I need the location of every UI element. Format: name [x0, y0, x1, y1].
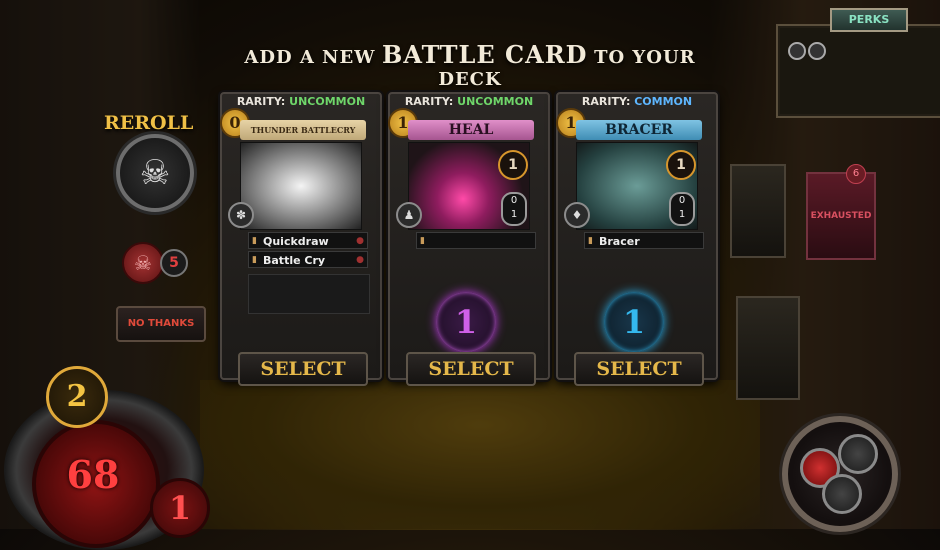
card-option-heal[interactable]: RARITY: UNCOMMON 1 HEAL 1 01 ♟ 1 SELECT [388, 92, 550, 386]
select-button[interactable]: SELECT [238, 352, 368, 386]
page-title: ADD A NEW BATTLE CARD TO YOUR DECK [220, 40, 720, 90]
mana-cost-orb: 1 [604, 292, 664, 352]
ability-row: Quickdraw ● [248, 232, 368, 250]
wolf-card-art [240, 142, 362, 230]
bottle-icon: ♦ [564, 202, 590, 228]
exhausted-count-badge: 6 [846, 164, 866, 184]
stat-badge: 01 [669, 192, 695, 226]
card-text-box [248, 274, 370, 314]
action-wheel[interactable] [782, 416, 898, 532]
rarity-line: RARITY: UNCOMMON [390, 95, 548, 108]
select-button[interactable]: SELECT [406, 352, 536, 386]
hooded-figure-icon: ♟ [396, 202, 422, 228]
rarity-value: COMMON [634, 95, 693, 108]
card-name-banner: THUNDER BATTLECRY [240, 120, 366, 140]
skull-currency-icon: ☠ [122, 242, 164, 284]
board-card [730, 164, 786, 258]
paw-icon: ✽ [228, 202, 254, 228]
lock-icon: ● [356, 236, 364, 246]
level-coin: 2 [46, 366, 108, 428]
ability-row: Bracer [584, 232, 704, 250]
stat-bottom: 1 [678, 209, 686, 220]
perk-token-icon[interactable] [808, 42, 826, 60]
wheel-option-button[interactable] [838, 434, 878, 474]
exhausted-card: EXHAUSTED [806, 172, 876, 260]
attack-stat: 1 [498, 150, 528, 180]
ability-label: Bracer [599, 235, 640, 248]
rarity-line: RARITY: COMMON [558, 95, 716, 108]
skull-icon: ☠ [139, 153, 171, 193]
wheel-option-button[interactable] [822, 474, 862, 514]
stat-top: 0 [678, 195, 686, 206]
rarity-label: RARITY: [404, 95, 454, 108]
rarity-value: UNCOMMON [457, 95, 534, 108]
lock-icon: ● [356, 255, 364, 265]
rarity-line: RARITY: UNCOMMON [222, 95, 380, 108]
board-card [736, 296, 800, 400]
mana-cost-orb: 1 [436, 292, 496, 352]
rarity-label: RARITY: [236, 95, 286, 108]
skull-count: 5 [160, 249, 188, 277]
no-thanks-button[interactable]: NO THANKS [116, 306, 206, 342]
card-name-banner: BRACER [576, 120, 702, 140]
stat-top: 0 [510, 195, 518, 206]
title-prefix: ADD A NEW [244, 47, 376, 68]
ability-label: Quickdraw [263, 235, 329, 248]
perks-label[interactable]: PERKS [830, 8, 908, 32]
reroll-label: REROLL [104, 112, 194, 134]
perks-panel[interactable] [776, 24, 940, 118]
card-option-thunder-battlecry[interactable]: RARITY: UNCOMMON 0 THUNDER BATTLECRY ✽ Q… [220, 92, 382, 386]
title-highlight: BATTLE CARD [382, 40, 588, 69]
card-option-bracer[interactable]: RARITY: COMMON 1 BRACER 1 01 ♦ Bracer 1 … [556, 92, 718, 386]
armor-value: 1 [150, 478, 210, 538]
ability-row [416, 232, 536, 250]
perk-token-icon[interactable] [788, 42, 806, 60]
card-name-banner: HEAL [408, 120, 534, 140]
rarity-label: RARITY: [581, 95, 631, 108]
reroll-button[interactable]: ☠ [116, 134, 194, 212]
health-value: 68 [66, 452, 120, 497]
stat-bottom: 1 [510, 209, 518, 220]
select-button[interactable]: SELECT [574, 352, 704, 386]
ability-row: Battle Cry ● [248, 251, 368, 269]
stat-badge: 01 [501, 192, 527, 226]
rarity-value: UNCOMMON [289, 95, 366, 108]
ability-label: Battle Cry [263, 254, 326, 267]
attack-stat: 1 [666, 150, 696, 180]
